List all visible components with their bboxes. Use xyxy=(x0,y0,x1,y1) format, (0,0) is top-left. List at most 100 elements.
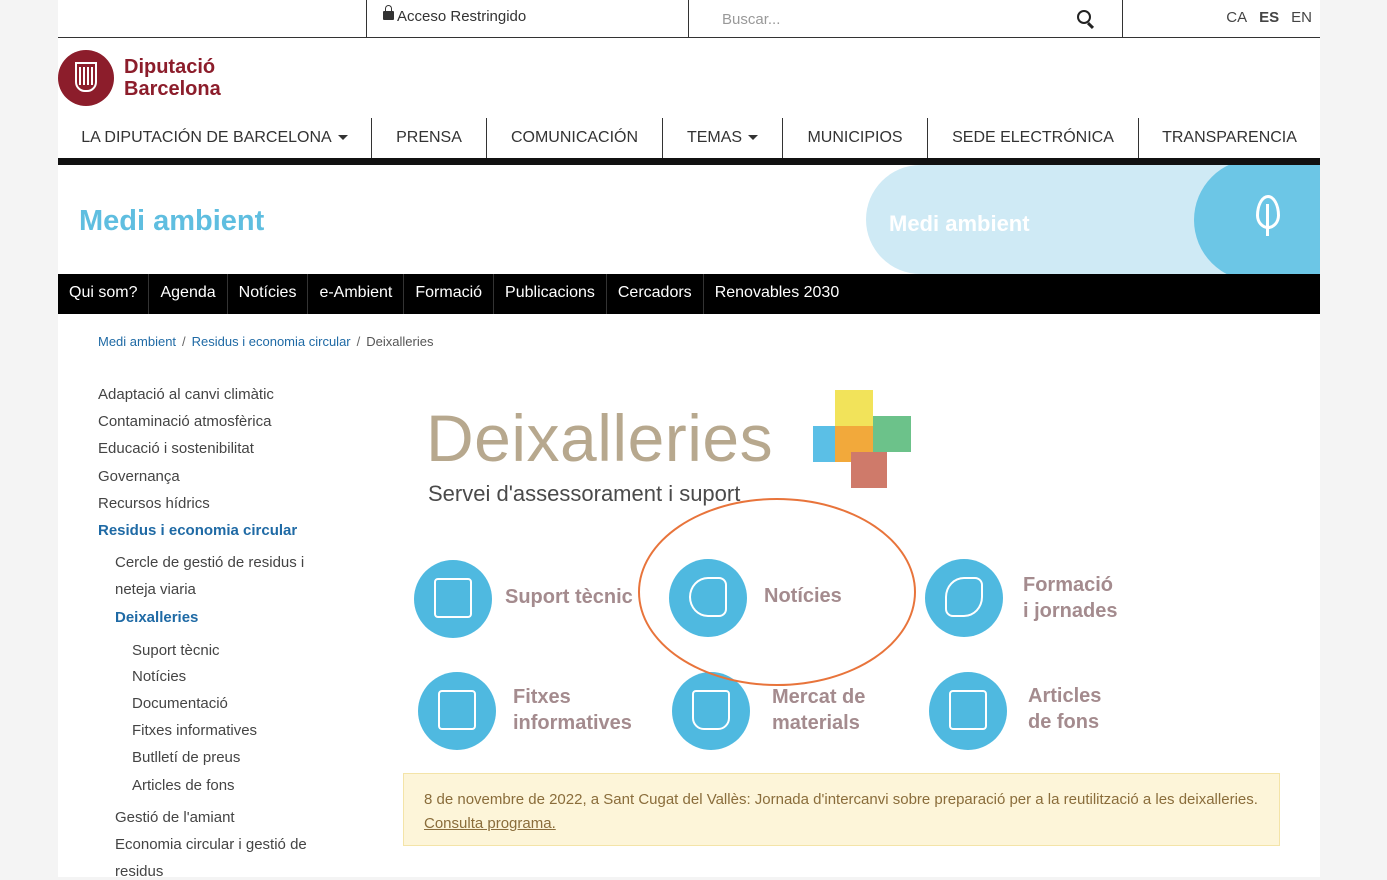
tile-label-line-1: Suport tècnic xyxy=(505,586,633,608)
tile-label-line-1: Formació xyxy=(1023,574,1114,596)
checklist-icon xyxy=(414,560,492,638)
book-icon xyxy=(925,559,1003,637)
logo-line-2: Barcelona xyxy=(124,78,221,100)
cross-tile-red xyxy=(851,452,887,488)
lock-icon xyxy=(383,5,394,20)
sidebar-item-educacio[interactable]: Educació i sostenibilitat xyxy=(98,440,254,457)
sidebar-item-butlleti[interactable]: Butlletí de preus xyxy=(132,749,240,766)
tile-label-line-2: i jornades xyxy=(1023,600,1118,622)
nav-municipios[interactable]: MUNICIPIOS xyxy=(783,118,928,158)
sidebar-item-amiant[interactable]: Gestió de l'amiant xyxy=(115,809,235,826)
sidebar-item-cercle-1[interactable]: Cercle de gestió de residus i xyxy=(115,554,304,571)
bucket-icon xyxy=(672,672,750,750)
nav-label: TRANSPARENCIA xyxy=(1162,129,1297,146)
subnav-formacio[interactable]: Formació xyxy=(404,274,495,314)
lang-ca[interactable]: CA xyxy=(1226,9,1247,26)
nav-label: LA DIPUTACIÓN DE BARCELONA xyxy=(81,129,332,146)
sidebar-item-suport[interactable]: Suport tècnic xyxy=(132,642,220,659)
sidebar-item-adaptacio[interactable]: Adaptació al canvi climàtic xyxy=(98,386,274,403)
subnav-qui-som[interactable]: Qui som? xyxy=(58,274,150,314)
tile-label: Articles de fons xyxy=(1028,683,1101,735)
hero-subtitle: Servei d'assessorament i suport xyxy=(428,481,741,506)
logo-line-1: Diputació xyxy=(124,56,216,78)
nav-transparencia[interactable]: TRANSPARENCIA xyxy=(1139,118,1320,158)
tile-label-line-1: Mercat de xyxy=(772,686,866,708)
nav-temas[interactable]: TEMAS xyxy=(663,118,783,158)
nav-label: PRENSA xyxy=(396,129,462,146)
banner-pill-label: Medi ambient xyxy=(889,211,1030,236)
event-notice: 8 de novembre de 2022, a Sant Cugat del … xyxy=(403,773,1280,846)
nav-sede-electronica[interactable]: SEDE ELECTRÓNICA xyxy=(928,118,1139,158)
nav-label: TEMAS xyxy=(686,129,743,146)
nav-prensa[interactable]: PRENSA xyxy=(372,118,487,158)
nav-label: SEDE ELECTRÓNICA xyxy=(952,129,1114,146)
subnav-noticies[interactable]: Notícies xyxy=(228,274,309,314)
sidebar-item-cercle-2[interactable]: neteja viaria xyxy=(115,581,196,598)
sidebar-item-governanca[interactable]: Governança xyxy=(98,468,180,485)
section-banner: Medi ambient Medi ambient xyxy=(58,165,1320,274)
search-input[interactable] xyxy=(720,6,1054,32)
sidebar-item-economia-1[interactable]: Economia circular i gestió de xyxy=(115,836,307,853)
highlight-ring xyxy=(638,498,916,686)
folder-icon xyxy=(929,672,1007,750)
search-icon[interactable] xyxy=(1077,10,1091,24)
nav-diputacion[interactable]: LA DIPUTACIÓN DE BARCELONA xyxy=(58,118,372,158)
subnav-renovables[interactable]: Renovables 2030 xyxy=(704,274,851,314)
cross-tile-green xyxy=(873,416,911,452)
breadcrumb-current: Deixalleries xyxy=(366,334,434,349)
tile-label-line-1: Articles xyxy=(1028,685,1102,707)
breadcrumb-medi-ambient[interactable]: Medi ambient xyxy=(98,334,176,349)
sidebar-item-economia-2[interactable]: residus xyxy=(115,863,163,880)
breadcrumb-separator: / xyxy=(356,334,361,349)
caret-down-icon xyxy=(748,135,759,141)
tile-label-line-2: informatives xyxy=(513,712,632,734)
sidebar-item-articles[interactable]: Articles de fons xyxy=(132,777,235,794)
cross-tile-yellow xyxy=(835,390,873,426)
notice-text: 8 de novembre de 2022, a Sant Cugat del … xyxy=(424,791,1258,808)
sidebar-item-residus[interactable]: Residus i economia circular xyxy=(98,522,297,539)
breadcrumb: Medi ambient / Residus i economia circular… xyxy=(98,334,433,349)
sidebar-item-fitxes[interactable]: Fitxes informatives xyxy=(132,722,257,739)
subnav-publicacions[interactable]: Publicacions xyxy=(494,274,607,314)
cross-tile-blue xyxy=(813,426,835,462)
tile-label: Suport tècnic xyxy=(505,584,633,610)
banner-leaf-circle xyxy=(1194,165,1320,274)
caret-down-icon xyxy=(337,135,348,141)
notice-link[interactable]: Consulta programa. xyxy=(424,815,556,832)
sidebar-item-deixalleries[interactable]: Deixalleries xyxy=(115,609,198,626)
page: Acceso Restringido CA ES EN Diputació Barc… xyxy=(58,0,1320,880)
sidebar-item-contaminacio[interactable]: Contaminació atmosfèrica xyxy=(98,413,271,430)
tile-label-line-2: materials xyxy=(772,712,860,734)
lang-en[interactable]: EN xyxy=(1291,9,1312,26)
subnav-agenda[interactable]: Agenda xyxy=(149,274,228,314)
breadcrumb-residus[interactable]: Residus i economia circular xyxy=(192,334,351,349)
nav-label: MUNICIPIOS xyxy=(807,129,903,146)
recycling-cross-icon xyxy=(813,390,923,495)
subnav-e-ambient[interactable]: e-Ambient xyxy=(308,274,405,314)
checklist-icon-glyph xyxy=(434,578,472,618)
leaf-icon xyxy=(1256,195,1280,236)
book-icon-glyph xyxy=(945,577,983,617)
section-title[interactable]: Medi ambient xyxy=(79,205,264,238)
tile-label: Fitxes informatives xyxy=(513,684,632,736)
logo-text: Diputació Barcelona xyxy=(124,56,221,100)
lang-es[interactable]: ES xyxy=(1259,9,1279,26)
coat-of-arms-icon xyxy=(58,50,114,106)
restricted-access-label: Acceso Restringido xyxy=(397,8,527,25)
folder-icon-glyph xyxy=(949,690,987,730)
nav-label: COMUNICACIÓN xyxy=(510,129,639,146)
folder-icon-glyph xyxy=(438,690,476,730)
section-nav: Qui som? Agenda Notícies e-Ambient Forma… xyxy=(58,274,1320,314)
sidebar-item-noticies[interactable]: Notícies xyxy=(132,668,186,685)
search-box xyxy=(690,0,1122,37)
sidebar-item-documentacio[interactable]: Documentació xyxy=(132,695,228,712)
folder-icon xyxy=(418,672,496,750)
bucket-icon-glyph xyxy=(692,690,730,730)
hero-title: Deixalleries xyxy=(426,401,774,475)
restricted-access-link[interactable]: Acceso Restringido xyxy=(366,0,689,37)
tile-label-line-2: de fons xyxy=(1028,711,1100,733)
nav-comunicacion[interactable]: COMUNICACIÓN xyxy=(487,118,663,158)
utility-bar: Acceso Restringido CA ES EN xyxy=(58,0,1320,38)
sidebar-item-recursos[interactable]: Recursos hídrics xyxy=(98,495,210,512)
subnav-cercadors[interactable]: Cercadors xyxy=(607,274,704,314)
